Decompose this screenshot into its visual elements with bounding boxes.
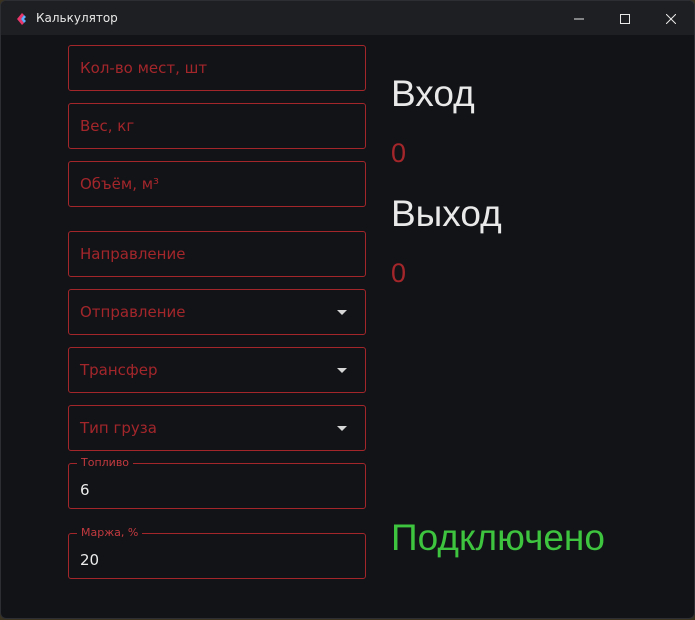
margin-value: 20 <box>80 551 100 569</box>
chevron-down-icon <box>337 426 347 431</box>
margin-label: Маржа, % <box>77 526 143 540</box>
departure-select[interactable]: Отправление <box>68 289 366 335</box>
transfer-select[interactable]: Трансфер <box>68 347 366 393</box>
chevron-down-icon <box>337 368 347 373</box>
title-bar[interactable]: Калькулятор <box>1 1 694 35</box>
weight-input[interactable]: Вес, кг <box>68 103 366 149</box>
departure-placeholder: Отправление <box>80 303 186 321</box>
cargo-type-placeholder: Тип груза <box>80 419 157 437</box>
minimize-button[interactable] <box>556 1 602 35</box>
maximize-button[interactable] <box>602 1 648 35</box>
transfer-placeholder: Трансфер <box>80 361 158 379</box>
volume-input[interactable]: Объём, м³ <box>68 161 366 207</box>
app-window: Калькулятор Кол-во мест, шт Вес, кг Объё… <box>0 0 695 619</box>
input-value: 0 <box>391 138 407 168</box>
connection-status: Подключено <box>391 517 605 558</box>
input-heading: Вход <box>391 73 475 114</box>
weight-placeholder: Вес, кг <box>80 117 135 135</box>
minimize-icon <box>574 9 584 28</box>
fuel-value: 6 <box>80 481 90 499</box>
close-button[interactable] <box>648 1 694 35</box>
window-title: Калькулятор <box>36 11 118 25</box>
output-value: 0 <box>391 258 407 288</box>
close-icon <box>665 9 677 28</box>
window-controls <box>556 1 694 35</box>
flutter-logo-icon <box>15 11 29 25</box>
volume-placeholder: Объём, м³ <box>80 175 160 193</box>
fuel-input[interactable]: Топливо 6 <box>68 456 366 509</box>
places-input[interactable]: Кол-во мест, шт <box>68 45 366 91</box>
direction-placeholder: Направление <box>80 245 186 263</box>
output-heading: Выход <box>391 193 502 234</box>
fuel-label: Топливо <box>77 456 134 470</box>
cargo-type-select[interactable]: Тип груза <box>68 405 366 451</box>
maximize-icon <box>620 9 630 28</box>
direction-input[interactable]: Направление <box>68 231 366 277</box>
places-placeholder: Кол-во мест, шт <box>80 59 208 77</box>
chevron-down-icon <box>337 310 347 315</box>
margin-input[interactable]: Маржа, % 20 <box>68 526 366 579</box>
